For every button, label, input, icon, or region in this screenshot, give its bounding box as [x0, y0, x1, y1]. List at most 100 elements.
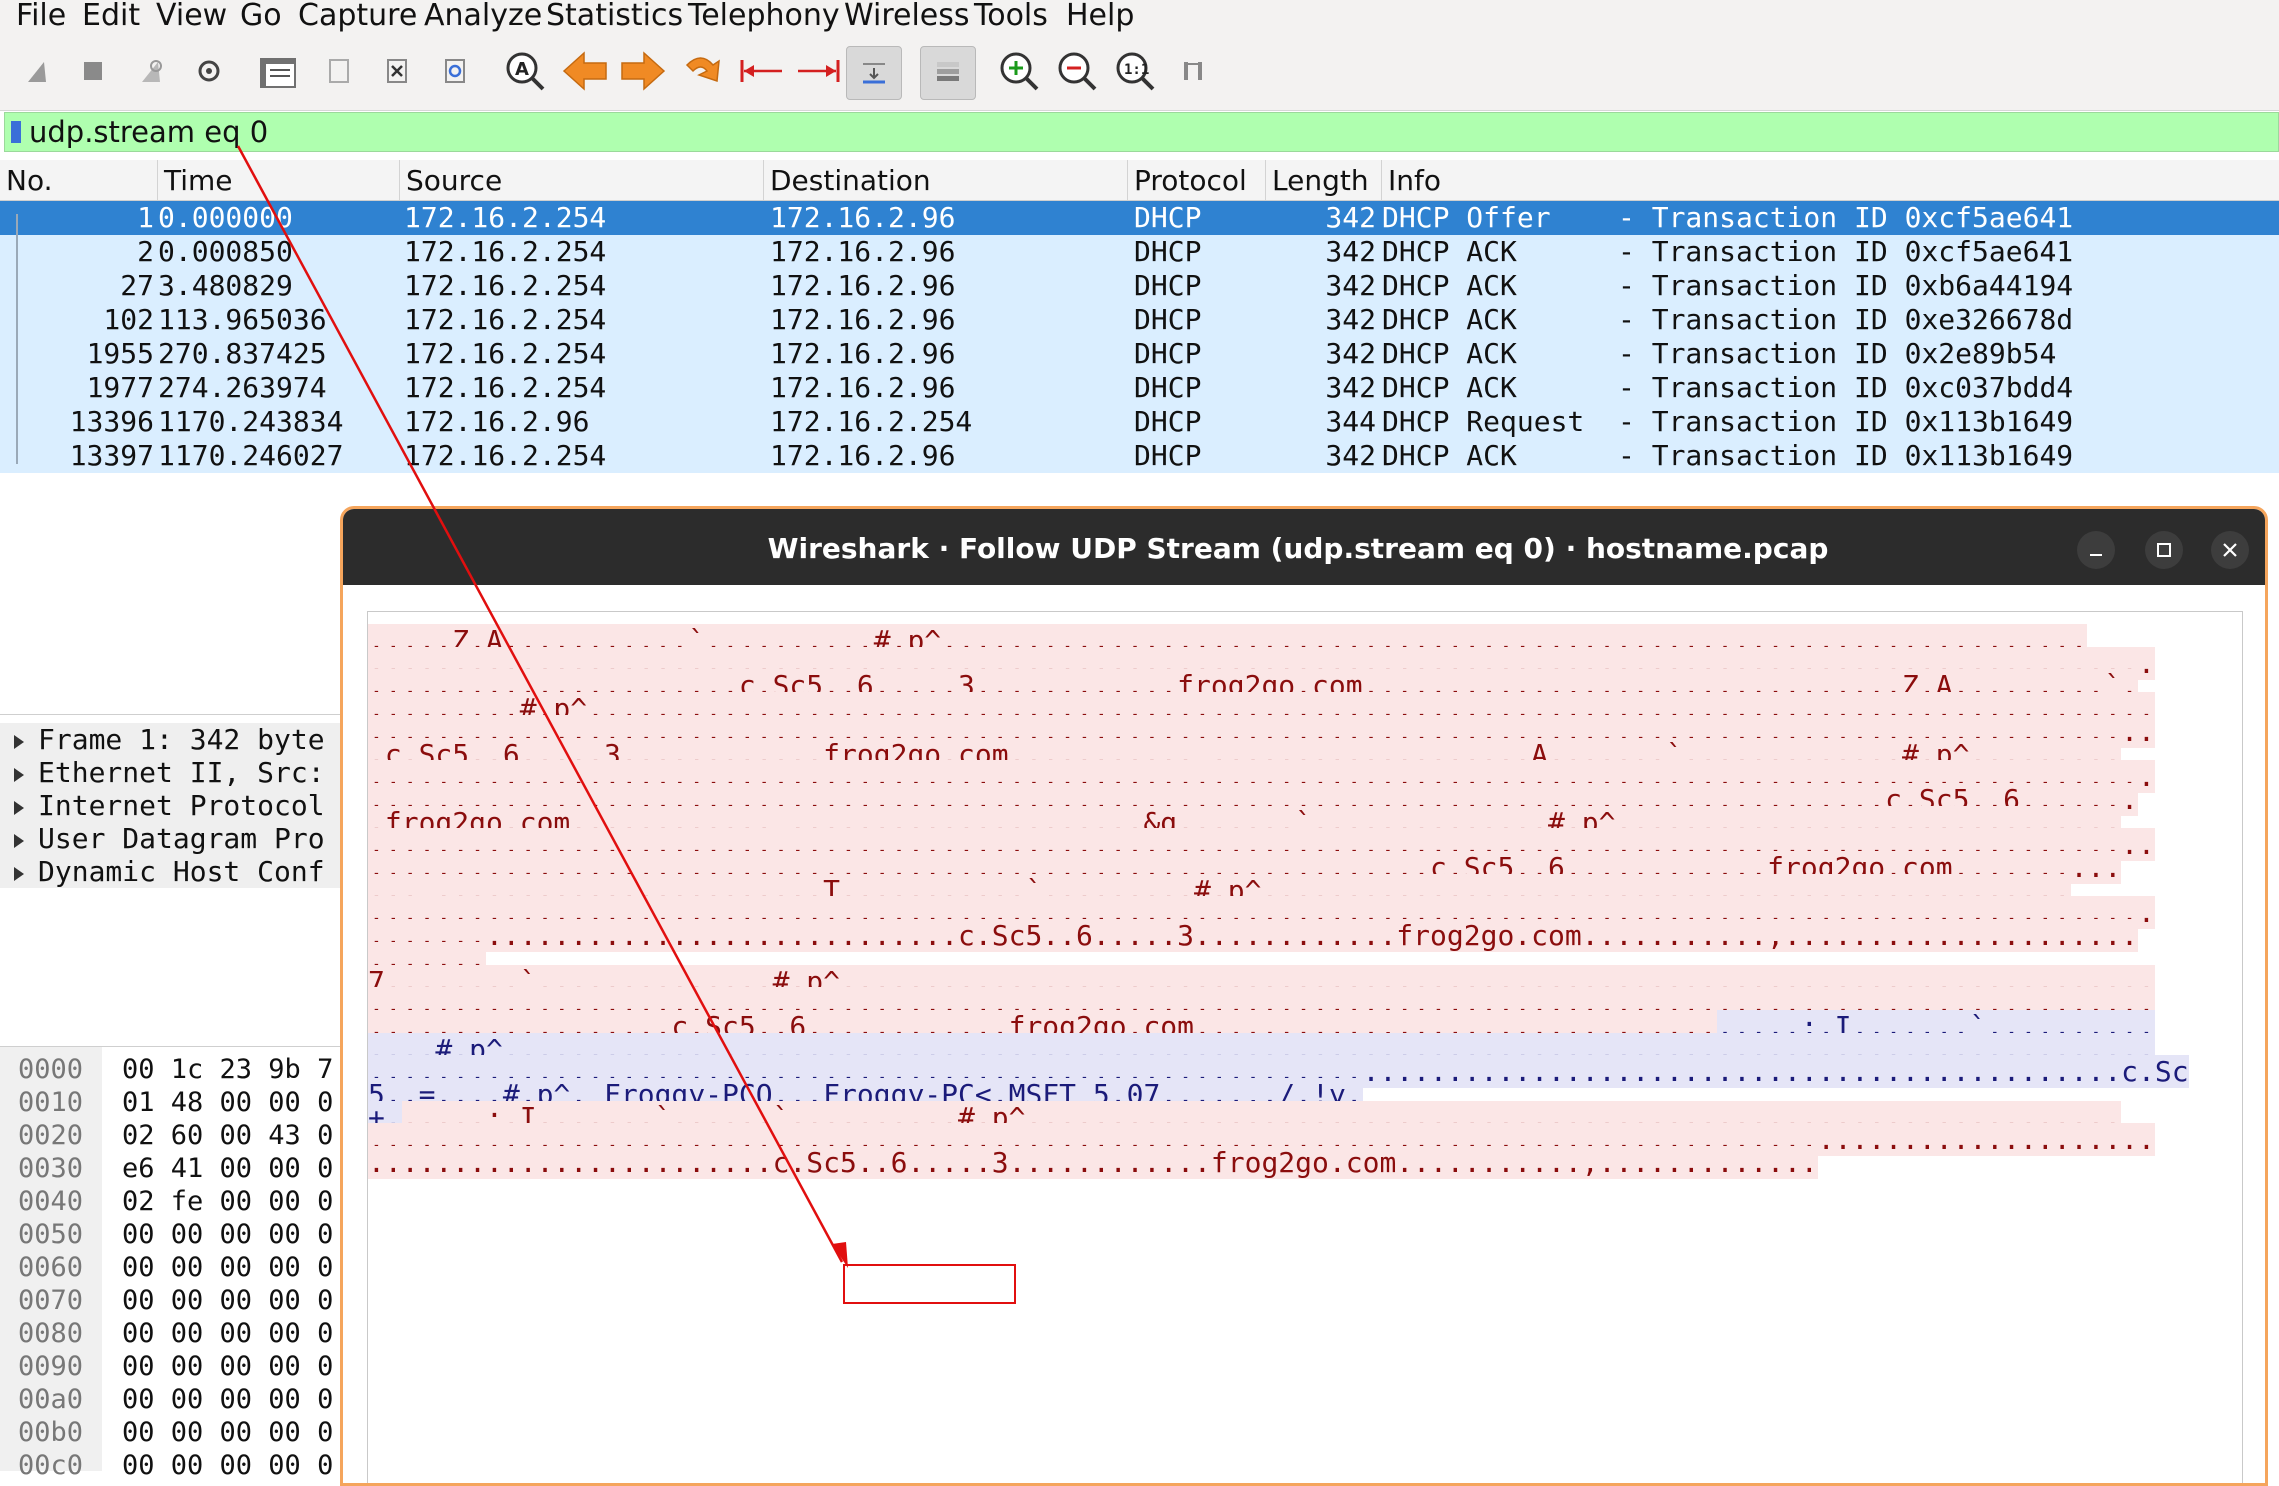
follow-udp-stream-dialog: Wireshark · Follow UDP Stream (udp.strea…	[340, 506, 2268, 1486]
open-file-icon[interactable]	[256, 48, 302, 94]
detail-tree-item[interactable]: Ethernet II, Src:	[0, 756, 340, 789]
menu-item-go[interactable]: Go	[240, 0, 282, 34]
bookmark-icon[interactable]	[11, 121, 21, 143]
hex-offset: 0020	[18, 1120, 84, 1151]
start-capture-icon[interactable]	[14, 48, 60, 94]
go-forward-arrow-icon[interactable]	[620, 48, 666, 94]
go-last-packet-icon[interactable]	[796, 48, 842, 94]
zoom-in-icon[interactable]	[996, 48, 1042, 94]
menu-item-wireless[interactable]: Wireless	[844, 0, 970, 34]
maximize-icon	[2157, 543, 2171, 557]
hex-bytes[interactable]: 00 00 00 00 0	[122, 1218, 333, 1251]
hex-row: 0020 02 60 00 43 0	[0, 1119, 360, 1152]
hex-bytes[interactable]: 00 00 00 00 0	[122, 1284, 333, 1317]
packet-cell-proto: DHCP	[1134, 337, 1202, 370]
column-header-length[interactable]: Length	[1266, 160, 1382, 200]
detail-tree-label: Ethernet II, Src:	[38, 756, 325, 789]
hex-bytes[interactable]: e6 41 00 00 0	[122, 1152, 333, 1185]
hex-bytes[interactable]: 01 48 00 00 0	[122, 1086, 333, 1119]
expand-triangle-icon[interactable]	[14, 768, 24, 782]
column-header-info[interactable]: Info	[1382, 160, 2279, 200]
packet-cell-len: 342	[1325, 303, 1376, 336]
packet-cell-proto: DHCP	[1134, 371, 1202, 404]
column-header-no[interactable]: No.	[0, 160, 158, 200]
menu-item-statistics[interactable]: Statistics	[546, 0, 683, 34]
save-file-icon[interactable]	[316, 48, 362, 94]
column-header-source[interactable]: Source	[400, 160, 764, 200]
hex-row: 0000 00 1c 23 9b 7	[0, 1053, 360, 1086]
packet-row[interactable]: 13396 1170.243834 172.16.2.96 172.16.2.254 D…	[0, 405, 2279, 439]
packet-row[interactable]: 1977 274.263974 172.16.2.254 172.16.2.96 DHC…	[0, 371, 2279, 405]
packet-cell-info: DHCP ACK - Transaction ID 0xcf5ae641	[1382, 235, 2074, 268]
close-file-icon[interactable]	[374, 48, 420, 94]
go-first-packet-icon[interactable]	[738, 48, 784, 94]
packet-cell-no: 1955	[86, 337, 154, 370]
packet-bytes-pane: 0000 00 1c 23 9b 7 0010 01 48 00 00 0 0020 02…	[0, 1046, 360, 1481]
packet-cell-dst: 172.16.2.96	[770, 201, 956, 234]
minimize-button[interactable]	[2077, 531, 2115, 569]
go-back-arrow-icon[interactable]	[562, 48, 608, 94]
packet-row[interactable]: 1955 270.837425 172.16.2.254 172.16.2.96 DHC…	[0, 337, 2279, 371]
menu-item-file[interactable]: File	[16, 0, 66, 34]
menu-item-analyze[interactable]: Analyze	[424, 0, 542, 34]
zoom-out-icon[interactable]	[1054, 48, 1100, 94]
expand-triangle-icon[interactable]	[14, 735, 24, 749]
hex-bytes[interactable]: 00 00 00 00 0	[122, 1350, 333, 1383]
detail-tree-item[interactable]: Frame 1: 342 byte	[0, 723, 340, 756]
expand-triangle-icon[interactable]	[14, 867, 24, 881]
hex-bytes[interactable]: 00 00 00 00 0	[122, 1383, 333, 1416]
hex-bytes[interactable]: 00 1c 23 9b 7	[122, 1053, 333, 1086]
menu-item-view[interactable]: View	[156, 0, 227, 34]
hex-offset: 00c0	[18, 1450, 84, 1481]
menu-item-edit[interactable]: Edit	[82, 0, 140, 34]
reload-file-icon[interactable]	[432, 48, 478, 94]
go-to-packet-icon[interactable]	[678, 48, 724, 94]
detail-tree-item[interactable]: Dynamic Host Conf	[0, 855, 340, 888]
column-header-time[interactable]: Time	[158, 160, 400, 200]
hex-bytes[interactable]: 00 00 00 00 0	[122, 1449, 333, 1482]
packet-cell-info: DHCP Request - Transaction ID 0x113b1649	[1382, 405, 2074, 438]
hex-row: 0040 02 fe 00 00 0	[0, 1185, 360, 1218]
detail-tree-item[interactable]: User Datagram Pro	[0, 822, 340, 855]
packet-row[interactable]: 2 0.000850 172.16.2.254 172.16.2.96 DHCP 342 D…	[0, 235, 2279, 269]
packet-cell-dst: 172.16.2.96	[770, 235, 956, 268]
stream-line: ...................................c.Sc5…	[368, 919, 2139, 953]
packet-cell-time: 270.837425	[158, 337, 327, 370]
find-packet-icon[interactable]: A	[502, 48, 548, 94]
hex-row: 0060 00 00 00 00 0	[0, 1251, 360, 1284]
detail-tree-item[interactable]: Internet Protocol	[0, 789, 340, 822]
hex-bytes[interactable]: 00 00 00 00 0	[122, 1317, 333, 1350]
packet-row[interactable]: 102 113.965036 172.16.2.254 172.16.2.96 DHCP…	[0, 303, 2279, 337]
autoscroll-toggle-icon[interactable]	[846, 46, 902, 100]
menu-item-capture[interactable]: Capture	[298, 0, 417, 34]
column-header-protocol[interactable]: Protocol	[1128, 160, 1266, 200]
column-header-destination[interactable]: Destination	[764, 160, 1128, 200]
expand-triangle-icon[interactable]	[14, 834, 24, 848]
restart-capture-icon[interactable]	[128, 48, 174, 94]
colorize-toggle-icon[interactable]	[920, 46, 976, 100]
display-filter-input[interactable]	[29, 114, 2229, 150]
hex-row: 0070 00 00 00 00 0	[0, 1284, 360, 1317]
packet-row[interactable]: 13397 1170.246027 172.16.2.254 172.16.2.96 D…	[0, 439, 2279, 473]
hex-bytes[interactable]: 00 00 00 00 0	[122, 1416, 333, 1449]
close-button[interactable]	[2211, 531, 2249, 569]
conversation-tree-line	[16, 214, 20, 464]
menu-item-telephony[interactable]: Telephony	[688, 0, 840, 34]
maximize-button[interactable]	[2145, 531, 2183, 569]
packet-row[interactable]: 27 3.480829 172.16.2.254 172.16.2.96 DHCP 342…	[0, 269, 2279, 303]
stream-content-area[interactable]: .....Z.A...........`..........#.p^......…	[367, 611, 2243, 1483]
packet-row[interactable]: 1 0.000000 172.16.2.254 172.16.2.96 DHCP 342 D…	[0, 201, 2279, 235]
resize-columns-icon[interactable]	[1170, 48, 1216, 94]
packet-cell-len: 344	[1325, 405, 1376, 438]
expand-triangle-icon[interactable]	[14, 801, 24, 815]
menu-item-help[interactable]: Help	[1066, 0, 1134, 34]
stop-capture-icon[interactable]	[70, 48, 116, 94]
menu-item-tools[interactable]: Tools	[974, 0, 1048, 34]
capture-options-gear-icon[interactable]	[186, 48, 232, 94]
hex-bytes[interactable]: 02 fe 00 00 0	[122, 1185, 333, 1218]
hex-offset: 0040	[18, 1186, 84, 1217]
hex-bytes[interactable]: 00 00 00 00 0	[122, 1251, 333, 1284]
hex-offset: 0090	[18, 1351, 84, 1382]
hex-bytes[interactable]: 02 60 00 43 0	[122, 1119, 333, 1152]
zoom-normal-icon[interactable]: 1:1	[1112, 48, 1158, 94]
